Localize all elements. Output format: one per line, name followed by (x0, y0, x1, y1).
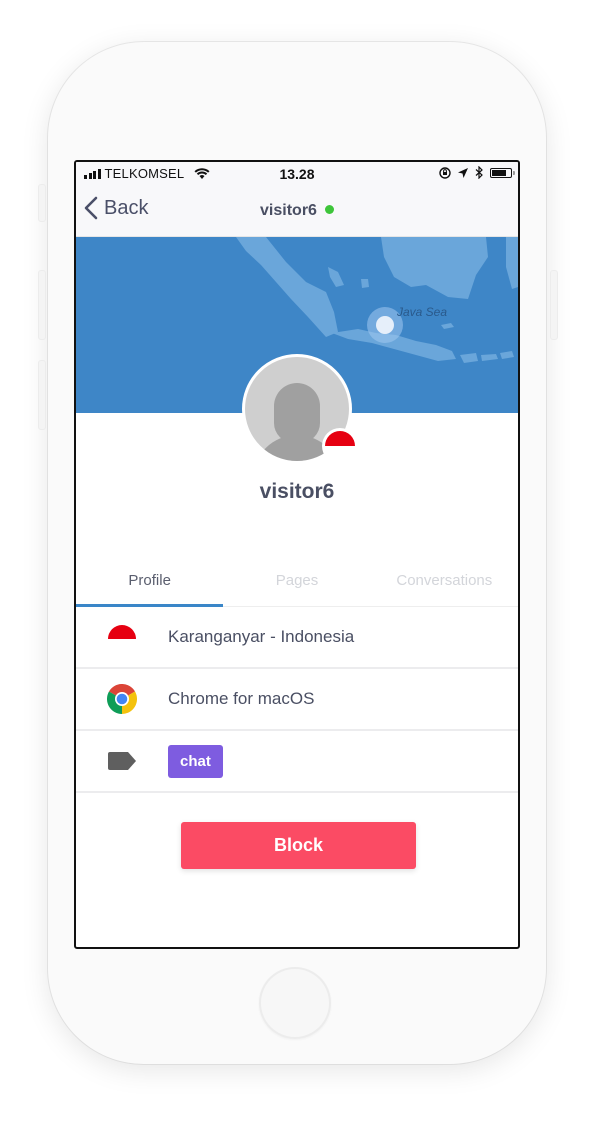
online-status-dot (324, 205, 334, 215)
block-button[interactable]: Block (181, 822, 416, 869)
indonesia-flag-icon (325, 431, 355, 446)
tag-chip[interactable]: chat (168, 744, 223, 778)
battery-icon (490, 167, 515, 178)
status-bar: TELKOMSEL 13.28 (76, 162, 518, 186)
tab-profile[interactable]: Profile (76, 560, 224, 607)
mute-switch (38, 184, 46, 222)
list-item-location: Karanganyar - Indonesia (76, 607, 518, 669)
avatar-placeholder-head (274, 383, 320, 443)
country-flag-badge (322, 428, 358, 464)
orientation-lock-icon (439, 166, 451, 179)
tab-pages[interactable]: Pages (223, 560, 370, 606)
list-item-tags: chat (76, 731, 518, 793)
nav-title: visitor6 (76, 202, 518, 220)
nav-title-text: visitor6 (260, 202, 317, 219)
bluetooth-icon (475, 166, 483, 179)
chrome-icon (106, 683, 138, 715)
power-button (550, 270, 558, 340)
home-button[interactable] (259, 967, 331, 1039)
location-text: Karanganyar - Indonesia (168, 627, 355, 646)
browser-text: Chrome for macOS (168, 689, 315, 708)
volume-down-button (38, 360, 46, 430)
profile-tabs: Profile Pages Conversations (76, 560, 518, 607)
indonesia-flag-icon (106, 621, 138, 653)
map-label: Java Sea (397, 305, 448, 319)
location-icon (458, 167, 468, 178)
profile-username: visitor6 (259, 480, 335, 503)
location-marker (376, 316, 394, 334)
tag-icon (106, 745, 138, 777)
screen: TELKOMSEL 13.28 Back visitor6 Java Sea v… (74, 160, 520, 949)
list-item-browser: Chrome for macOS (76, 669, 518, 731)
navigation-bar: Back visitor6 (76, 186, 518, 237)
avatar-container (242, 354, 358, 464)
visitor-details-list: Karanganyar - Indonesia Chrome for macOS (76, 607, 518, 793)
volume-up-button (38, 270, 46, 340)
tab-conversations[interactable]: Conversations (371, 560, 518, 606)
